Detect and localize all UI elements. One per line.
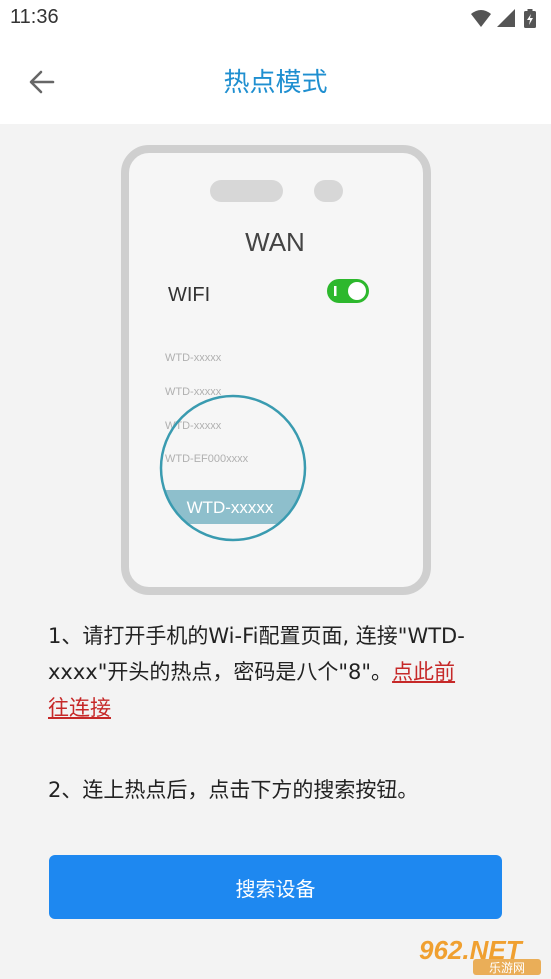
- status-time: 11:36: [10, 6, 59, 28]
- phone-speaker: [210, 180, 283, 202]
- network-item: WTD-EF000xxxx: [165, 453, 249, 465]
- status-bar: 11:36: [0, 0, 551, 38]
- search-devices-button[interactable]: 搜索设备: [49, 855, 502, 919]
- instruction-step-2: 2、连上热点后，点击下方的搜索按钮。: [48, 778, 419, 802]
- highlighted-network: WTD-xxxxx: [187, 498, 274, 517]
- watermark-subtext: 乐游网: [489, 961, 525, 975]
- wifi-label: WIFI: [168, 284, 210, 306]
- phone-illustration: WAN WIFI WTD-xxxxx WTD-xxxxx WTD-xxxxx W…: [121, 145, 431, 595]
- network-item: WTD-xxxxx: [165, 352, 222, 364]
- site-watermark: 962.NET 乐游网: [419, 935, 541, 975]
- page-title: 热点模式: [223, 68, 328, 98]
- wan-label: WAN: [245, 227, 305, 257]
- app-bar: 热点模式: [0, 38, 551, 124]
- battery-icon: [524, 9, 536, 28]
- signal-icon: [497, 9, 515, 27]
- status-icons: [471, 9, 536, 28]
- wifi-icon: [471, 10, 491, 27]
- instruction-step-1: 1、请打开手机的Wi-Fi配置页面, 连接"WTD-xxxx"开头的热点，密码是…: [48, 618, 468, 726]
- wifi-toggle: [327, 279, 369, 303]
- phone-camera: [314, 180, 343, 202]
- network-item: WTD-xxxxx: [165, 386, 222, 398]
